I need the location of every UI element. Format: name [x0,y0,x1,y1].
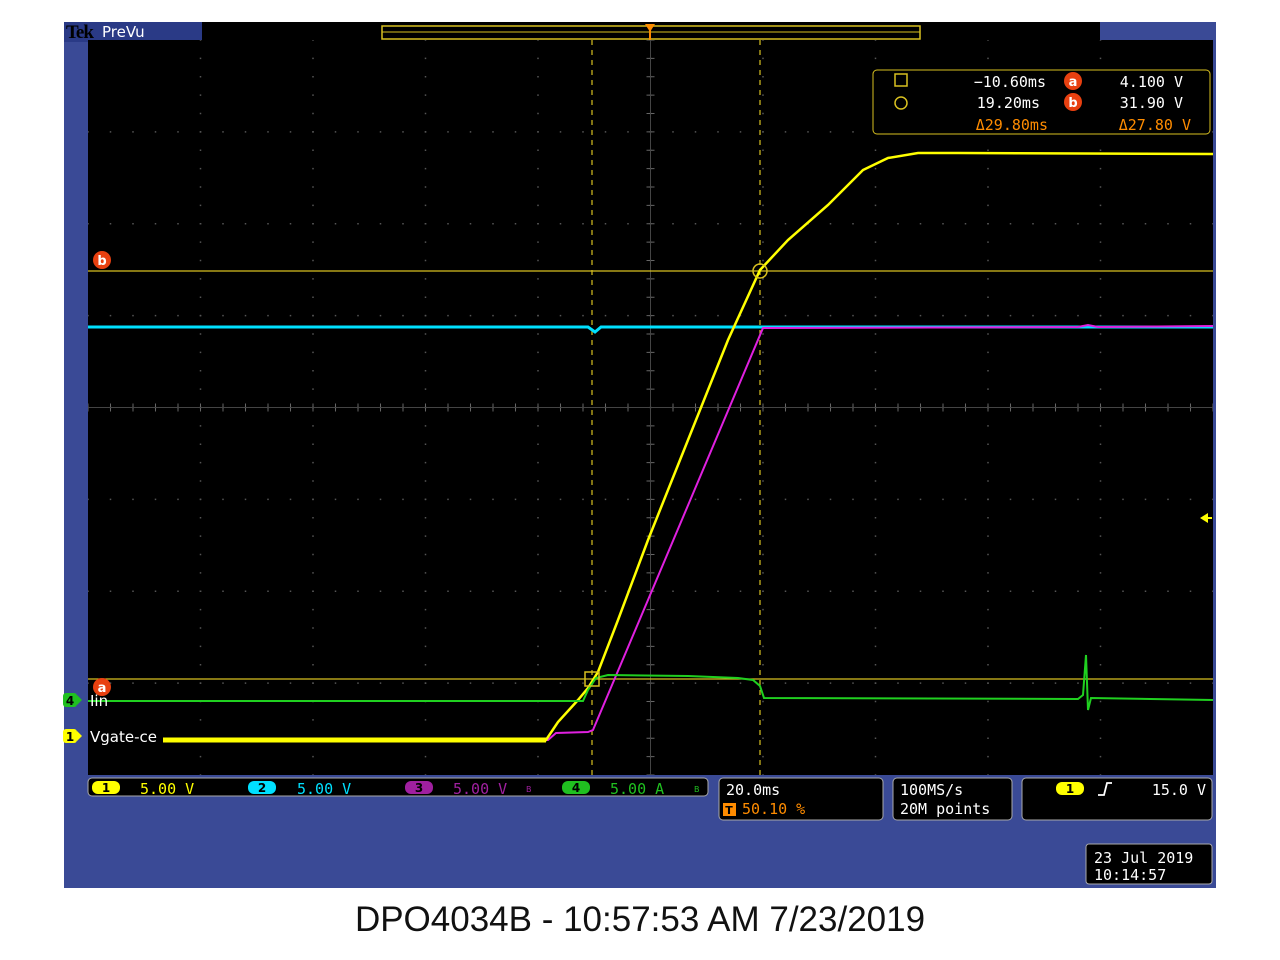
ch4-ground-marker[interactable]: 4 Iin [63,692,108,710]
acquisition-box[interactable]: 100MS/s 20M points [892,777,1013,821]
trigger-position: 50.10 % [742,800,805,818]
channel-scales[interactable]: 1 5.00 V 2 5.00 V 3 5.00 V B 4 5.00 A B [87,777,709,798]
ch4-bandwidth-icon: B [694,785,700,794]
sample-rate: 100MS/s [900,781,963,799]
screenshot-caption: DPO4034B - 10:57:53 AM 7/23/2019 [354,900,926,939]
svg-text:b: b [97,254,106,269]
svg-text:4: 4 [66,694,74,708]
svg-text:4: 4 [572,781,580,795]
svg-text:5.00 V: 5.00 V [297,780,351,798]
level-b-marker: b [93,251,111,269]
svg-text:1: 1 [102,781,110,795]
svg-text:2: 2 [258,781,266,795]
trigger-level: 15.0 V [1152,781,1206,799]
time: 10:14:57 [1094,866,1166,884]
waveform-svg: b a −10.60ms 19.20ms Δ29.80ms a b 4.100 … [88,40,1213,775]
ch3-trace [163,323,1213,741]
svg-text:b: b [1068,96,1077,111]
channel-ground-labels: 4 Iin 1 Vgate-ce [63,692,157,746]
svg-text:3: 3 [415,781,423,795]
datetime-box: 23 Jul 2019 10:14:57 [1085,843,1213,885]
delta-value: Δ27.80 V [1119,116,1191,134]
svg-text:a: a [1069,75,1078,90]
record-view-bar [202,22,1100,40]
ch1-label: Vgate-ce [90,728,157,746]
cursor-a-value: 4.100 V [1120,73,1183,91]
date: 23 Jul 2019 [1094,849,1193,867]
svg-text:5.00 A: 5.00 A [610,780,664,798]
svg-text:T: T [725,804,733,817]
svg-text:1: 1 [66,730,74,744]
cursor-b-value: 31.90 V [1120,94,1183,112]
timebase-scale: 20.0ms [726,781,780,799]
ch1-ground-marker[interactable]: 1 Vgate-ce [63,728,157,746]
cursor-2-time: 19.20ms [977,94,1040,112]
svg-text:5.00 V: 5.00 V [140,780,194,798]
status-bar: 1 5.00 V 2 5.00 V 3 5.00 V B 4 5.00 A B … [87,777,1213,885]
svg-text:5.00 V: 5.00 V [453,780,507,798]
cursor-1-time: −10.60ms [974,73,1046,91]
record-length: 20M points [900,800,990,818]
delta-time: Δ29.80ms [976,116,1048,134]
cursor-readout-box: −10.60ms 19.20ms Δ29.80ms a b 4.100 V 31… [872,69,1211,135]
waveform-display[interactable]: b a −10.60ms 19.20ms Δ29.80ms a b 4.100 … [88,40,1213,775]
timebase-box[interactable]: 20.0ms T 50.10 % [718,777,884,821]
svg-text:1: 1 [1066,782,1074,796]
graticule [88,40,1213,775]
ch3-bandwidth-icon: B [526,785,532,794]
ch4-label: Iin [90,692,108,710]
trigger-box[interactable]: 1 15.0 V [1021,777,1213,821]
ch1-trace [163,151,1213,742]
